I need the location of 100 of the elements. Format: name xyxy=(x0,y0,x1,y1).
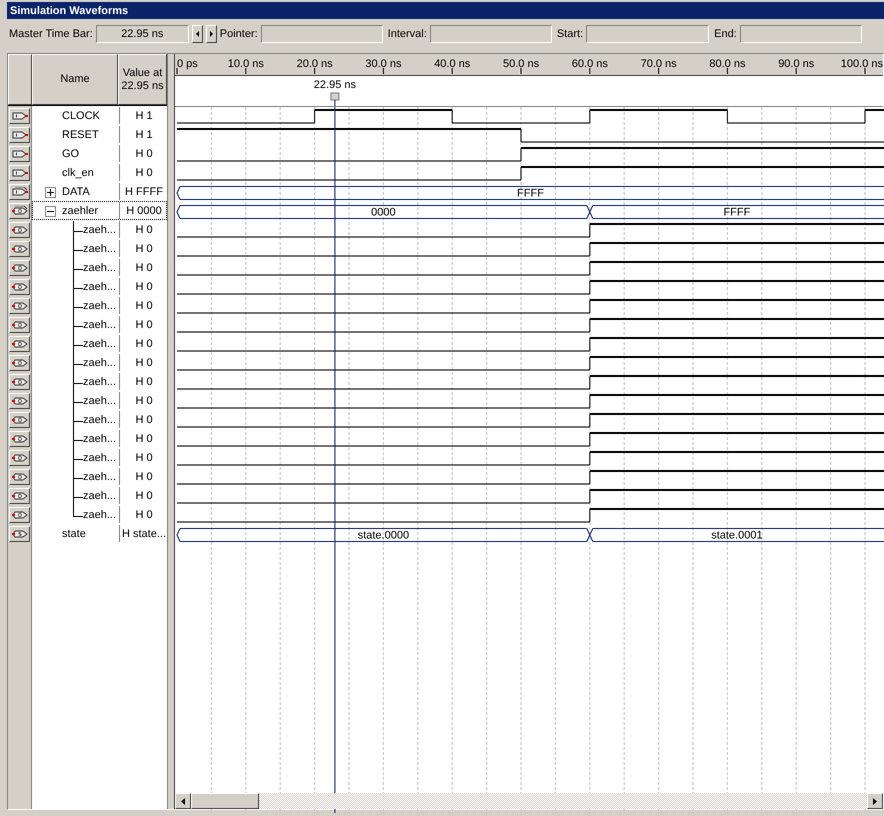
signal-name: clk_en xyxy=(62,166,94,178)
field-label: Interval: xyxy=(388,28,427,40)
output-pin-icon xyxy=(12,282,28,292)
input-bus-pin-icon xyxy=(12,186,28,196)
signal-row[interactable]: zaeh... H 0 xyxy=(32,410,167,429)
output-pin-icon xyxy=(12,224,28,234)
pin-type-button[interactable] xyxy=(9,184,30,200)
start-field[interactable] xyxy=(586,25,710,43)
signal-row[interactable]: zaeh... H 0 xyxy=(32,467,167,486)
signal-name: zaeh... xyxy=(83,356,116,368)
signal-name: zaeh... xyxy=(83,300,116,312)
pin-type-button[interactable] xyxy=(9,488,30,504)
signal-row[interactable]: RESET H 1 xyxy=(32,125,167,144)
signal-name: zaeh... xyxy=(83,242,116,254)
signal-name: RESET xyxy=(62,128,99,140)
pane-splitter[interactable] xyxy=(167,54,175,809)
signal-row[interactable]: zaeh... H 0 xyxy=(32,296,167,315)
signal-row[interactable]: zaeh... H 0 xyxy=(32,486,167,505)
output-pin-icon xyxy=(12,414,28,424)
pin-type-button[interactable] xyxy=(9,222,30,238)
signal-name: DATA xyxy=(62,186,90,198)
pin-type-button[interactable] xyxy=(9,146,30,162)
signal-row[interactable]: state H state... xyxy=(32,524,167,543)
pin-type-button[interactable] xyxy=(9,354,30,370)
expand-button[interactable] xyxy=(45,187,56,198)
pin-type-button[interactable] xyxy=(9,374,30,390)
pin-type-button[interactable] xyxy=(9,278,30,294)
interval-field[interactable] xyxy=(430,25,552,43)
output-pin-icon xyxy=(12,320,28,330)
scroll-right-button[interactable] xyxy=(867,793,883,809)
pin-type-button[interactable] xyxy=(9,316,30,332)
signal-name: GO xyxy=(62,148,80,160)
signal-row[interactable]: zaeh... H 0 xyxy=(32,258,167,277)
pin-type-button[interactable] xyxy=(9,450,30,466)
signal-row[interactable]: zaeh... H 0 xyxy=(32,220,167,239)
field-label: Master Time Bar: xyxy=(9,28,93,40)
input-pin-icon xyxy=(12,148,28,158)
pin-type-button[interactable] xyxy=(9,430,30,446)
signal-name: zaehler xyxy=(62,204,98,216)
output-pin-icon xyxy=(12,262,28,272)
signal-row[interactable]: zaeh... H 0 xyxy=(32,505,167,524)
signal-row[interactable]: zaeh... H 0 xyxy=(32,353,167,372)
pin-type-button[interactable] xyxy=(9,164,30,180)
pin-type-button[interactable] xyxy=(9,336,30,352)
signal-row[interactable]: zaeh... H 0 xyxy=(32,448,167,467)
signal-row[interactable]: zaeh... H 0 xyxy=(32,315,167,334)
signal-name: zaeh... xyxy=(83,376,116,388)
output-pin-icon xyxy=(12,300,28,310)
output-pin-icon xyxy=(12,244,28,254)
field-label: Start: xyxy=(556,28,584,40)
signal-row[interactable]: zaehler H 0000 xyxy=(32,201,167,220)
signal-name: zaeh... xyxy=(83,470,116,482)
signal-row[interactable]: GO H 0 xyxy=(32,144,167,163)
signal-row[interactable]: zaeh... H 0 xyxy=(32,239,167,258)
signal-row[interactable]: zaeh... H 0 xyxy=(32,277,167,296)
signal-name: state xyxy=(62,528,86,540)
pin-type-button[interactable] xyxy=(9,202,30,218)
scroll-left-button[interactable] xyxy=(175,793,191,809)
signal-name: zaeh... xyxy=(83,508,116,520)
pin-type-button[interactable] xyxy=(9,412,30,428)
pin-type-button[interactable] xyxy=(9,260,30,276)
output-pin-icon xyxy=(12,490,28,500)
right-arrow-icon xyxy=(210,31,213,37)
left-arrow-icon xyxy=(181,798,185,804)
bus-value: state.0000 xyxy=(358,530,410,542)
signal-row[interactable]: zaeh... H 0 xyxy=(32,429,167,448)
scrollbar-thumb[interactable] xyxy=(191,793,259,809)
master-time-bar-field[interactable]: 22.95 ns xyxy=(96,25,189,43)
plus-icon xyxy=(47,189,54,196)
signal-row[interactable]: CLOCK H 1 xyxy=(32,106,167,125)
value-column-header[interactable]: Value at 22.95 ns xyxy=(118,54,167,105)
signal-row[interactable]: zaeh... H 0 xyxy=(32,391,167,410)
name-column-header[interactable]: Name xyxy=(32,54,118,105)
right-arrow-icon xyxy=(873,798,877,804)
signal-row[interactable]: zaeh... H 0 xyxy=(32,334,167,353)
pin-type-button[interactable] xyxy=(9,526,30,542)
end-field[interactable] xyxy=(740,25,862,43)
signal-row[interactable]: clk_en H 0 xyxy=(32,163,167,182)
signal-name: zaeh... xyxy=(83,280,116,292)
collapse-button[interactable] xyxy=(45,206,56,217)
pin-type-button[interactable] xyxy=(9,126,30,142)
pin-type-button[interactable] xyxy=(9,392,30,408)
output-pin-icon xyxy=(12,376,28,386)
pin-type-button[interactable] xyxy=(9,298,30,314)
signal-name: zaeh... xyxy=(83,262,116,274)
bus-value: FFFF xyxy=(517,188,544,200)
output-bus-pin-icon xyxy=(12,206,28,216)
pointer-field[interactable] xyxy=(260,25,383,43)
pin-type-button[interactable] xyxy=(9,506,30,522)
input-pin-icon xyxy=(12,168,28,178)
output-pin-icon xyxy=(12,338,28,348)
pin-type-button[interactable] xyxy=(9,108,30,124)
signal-row[interactable]: zaeh... H 0 xyxy=(32,372,167,391)
pin-type-button[interactable] xyxy=(9,468,30,484)
next-button[interactable] xyxy=(206,25,217,43)
signal-row[interactable]: DATA H FFFF xyxy=(32,182,167,201)
left-arrow-icon xyxy=(196,31,199,37)
previous-button[interactable] xyxy=(192,25,203,43)
pin-type-button[interactable] xyxy=(9,240,30,256)
bus-value: state.0001 xyxy=(711,530,763,542)
